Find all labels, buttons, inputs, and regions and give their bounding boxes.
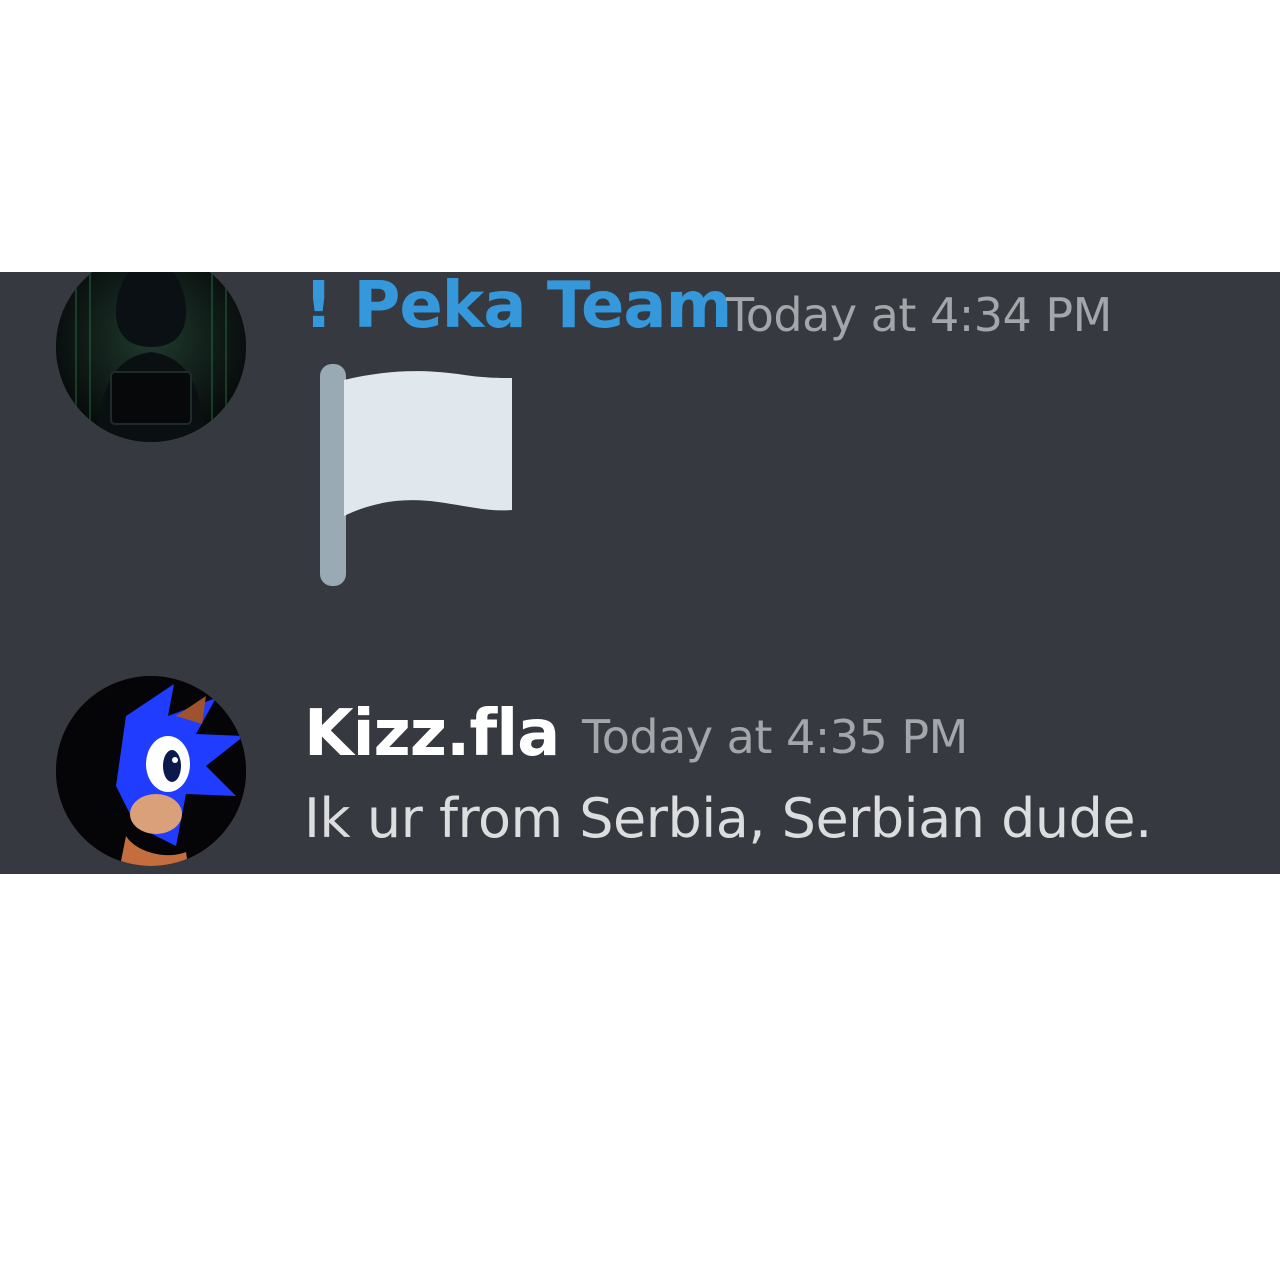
hooded-hacker-avatar[interactable]	[56, 272, 246, 442]
message-timestamp: Today at 4:34 PM	[726, 288, 1112, 342]
chat-view: ! Peka Team Today at 4:34 PM Kizz.fla To	[0, 272, 1280, 874]
author-name[interactable]: ! Peka Team	[304, 274, 732, 338]
message-content: Ik ur from Serbia, Serbian dude.	[304, 787, 1152, 850]
message-item: ! Peka Team Today at 4:34 PM	[0, 272, 1280, 612]
author-name[interactable]: Kizz.fla	[304, 702, 560, 766]
hacker-avatar-icon	[56, 272, 246, 442]
white-flag-icon	[320, 364, 512, 586]
hedgehog-avatar-icon	[56, 676, 246, 866]
blue-hedgehog-avatar[interactable]	[56, 676, 246, 866]
message-item: Kizz.fla Today at 4:35 PM Ik ur from Ser…	[0, 676, 1280, 874]
message-timestamp: Today at 4:35 PM	[582, 710, 968, 764]
white-flag-emoji	[318, 362, 518, 588]
